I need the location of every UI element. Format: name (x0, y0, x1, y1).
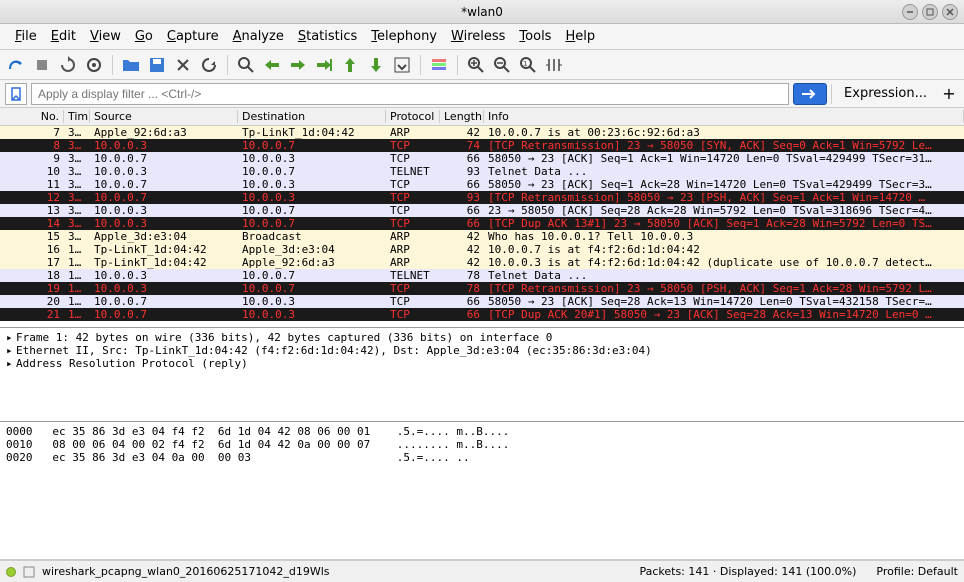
close-file-button[interactable] (171, 53, 195, 77)
go-back-button[interactable] (260, 53, 284, 77)
menu-tools[interactable]: Tools (512, 26, 558, 47)
zoom-in-button[interactable] (464, 53, 488, 77)
resize-columns-button[interactable] (542, 53, 566, 77)
zoom-out-button[interactable] (490, 53, 514, 77)
expand-icon[interactable]: ▸ (6, 357, 16, 370)
packet-row[interactable]: 201…10.0.0.710.0.0.3TCP6658050 → 23 [ACK… (0, 295, 964, 308)
col-info[interactable]: Info (484, 110, 964, 123)
menu-help[interactable]: Help (558, 26, 602, 47)
menu-telephony[interactable]: Telephony (364, 26, 444, 47)
status-profile[interactable]: Profile: Default (876, 565, 958, 578)
display-filter-input[interactable] (31, 83, 789, 105)
hex-dump-pane[interactable]: 0000 ec 35 86 3d e3 04 f4 f2 6d 1d 04 42… (0, 422, 964, 560)
menu-capture[interactable]: Capture (160, 26, 226, 47)
reload-button[interactable] (197, 53, 221, 77)
packet-row[interactable]: 133…10.0.0.310.0.0.7TCP6623 → 58050 [ACK… (0, 204, 964, 217)
open-file-button[interactable] (119, 53, 143, 77)
restart-capture-button[interactable] (56, 53, 80, 77)
packet-row[interactable]: 113…10.0.0.710.0.0.3TCP6658050 → 23 [ACK… (0, 178, 964, 191)
packet-row[interactable]: 153…Apple_3d:e3:04BroadcastARP42Who has … (0, 230, 964, 243)
col-no[interactable]: No. (0, 110, 64, 123)
window-title: *wlan0 (461, 5, 503, 19)
col-source[interactable]: Source (90, 110, 238, 123)
status-file: wireshark_pcapng_wlan0_20160625171042_d1… (42, 565, 330, 578)
detail-line[interactable]: ▸Ethernet II, Src: Tp-LinkT_1d:04:42 (f4… (6, 344, 958, 357)
packet-row[interactable]: 191…10.0.0.310.0.0.7TCP78[TCP Retransmis… (0, 282, 964, 295)
menu-go[interactable]: Go (128, 26, 160, 47)
capture-options-button[interactable] (82, 53, 106, 77)
filter-apply-button[interactable] (793, 83, 827, 105)
menu-statistics[interactable]: Statistics (291, 26, 364, 47)
packet-row[interactable]: 83…10.0.0.310.0.0.7TCP74[TCP Retransmiss… (0, 139, 964, 152)
packet-list-rows[interactable]: 73…Apple_92:6d:a3Tp-LinkT_1d:04:42ARP421… (0, 126, 964, 327)
filter-expression-button[interactable]: Expression... (836, 86, 935, 101)
stop-capture-button[interactable] (30, 53, 54, 77)
detail-line[interactable]: ▸Address Resolution Protocol (reply) (6, 357, 958, 370)
hex-line[interactable]: 0020 ec 35 86 3d e3 04 0a 00 00 03 .5.=.… (6, 451, 958, 464)
titlebar: *wlan0 (0, 0, 964, 24)
packet-row[interactable]: 73…Apple_92:6d:a3Tp-LinkT_1d:04:42ARP421… (0, 126, 964, 139)
colorize-button[interactable] (427, 53, 451, 77)
start-capture-button[interactable] (4, 53, 28, 77)
filter-bar: Expression... + (0, 80, 964, 108)
packet-row[interactable]: 93…10.0.0.710.0.0.3TCP6658050 → 23 [ACK]… (0, 152, 964, 165)
packet-row[interactable]: 211…10.0.0.710.0.0.3TCP66[TCP Dup ACK 20… (0, 308, 964, 321)
packet-list-pane: No. Tim Source Destination Protocol Leng… (0, 108, 964, 328)
menu-edit[interactable]: Edit (44, 26, 83, 47)
detail-line[interactable]: ▸Frame 1: 42 bytes on wire (336 bits), 4… (6, 331, 958, 344)
packet-row[interactable]: 123…10.0.0.710.0.0.3TCP93[TCP Retransmis… (0, 191, 964, 204)
hex-line[interactable]: 0000 ec 35 86 3d e3 04 f4 f2 6d 1d 04 42… (6, 425, 958, 438)
col-time[interactable]: Tim (64, 110, 90, 123)
packet-detail-pane[interactable]: ▸Frame 1: 42 bytes on wire (336 bits), 4… (0, 328, 964, 422)
col-protocol[interactable]: Protocol (386, 110, 440, 123)
packet-row[interactable]: 171…Tp-LinkT_1d:04:42Apple_92:6d:a3ARP42… (0, 256, 964, 269)
menu-wireless[interactable]: Wireless (444, 26, 512, 47)
packet-row[interactable]: 103…10.0.0.310.0.0.7TELNET93Telnet Data … (0, 165, 964, 178)
col-length[interactable]: Length (440, 110, 484, 123)
toolbar: 1 (0, 50, 964, 80)
hex-line[interactable]: 0010 08 00 06 04 00 02 f4 f2 6d 1d 04 42… (6, 438, 958, 451)
menubar: File Edit View Go Capture Analyze Statis… (0, 24, 964, 50)
expand-icon[interactable]: ▸ (6, 344, 16, 357)
go-to-packet-button[interactable] (312, 53, 336, 77)
expert-info-icon[interactable] (6, 567, 16, 577)
close-button[interactable] (942, 4, 958, 20)
zoom-reset-button[interactable]: 1 (516, 53, 540, 77)
expand-icon[interactable]: ▸ (6, 331, 16, 344)
go-first-button[interactable] (338, 53, 362, 77)
maximize-button[interactable] (922, 4, 938, 20)
go-last-button[interactable] (364, 53, 388, 77)
menu-analyze[interactable]: Analyze (226, 26, 291, 47)
packet-row[interactable]: 181…10.0.0.310.0.0.7TELNET78Telnet Data … (0, 269, 964, 282)
save-file-button[interactable] (145, 53, 169, 77)
packet-row[interactable]: 143…10.0.0.310.0.0.7TCP66[TCP Dup ACK 13… (0, 217, 964, 230)
filter-bookmark-button[interactable] (5, 83, 27, 105)
find-button[interactable] (234, 53, 258, 77)
status-stats: Packets: 141 · Displayed: 141 (100.0%) (639, 565, 856, 578)
filter-add-button[interactable]: + (939, 83, 959, 105)
packet-row[interactable]: 161…Tp-LinkT_1d:04:42Apple_3d:e3:04ARP42… (0, 243, 964, 256)
minimize-button[interactable] (902, 4, 918, 20)
go-forward-button[interactable] (286, 53, 310, 77)
svg-text:1: 1 (523, 60, 527, 68)
menu-view[interactable]: View (83, 26, 128, 47)
auto-scroll-button[interactable] (390, 53, 414, 77)
col-destination[interactable]: Destination (238, 110, 386, 123)
status-bar: wireshark_pcapng_wlan0_20160625171042_d1… (0, 560, 964, 582)
menu-file[interactable]: File (8, 26, 44, 47)
packet-list-header: No. Tim Source Destination Protocol Leng… (0, 108, 964, 126)
